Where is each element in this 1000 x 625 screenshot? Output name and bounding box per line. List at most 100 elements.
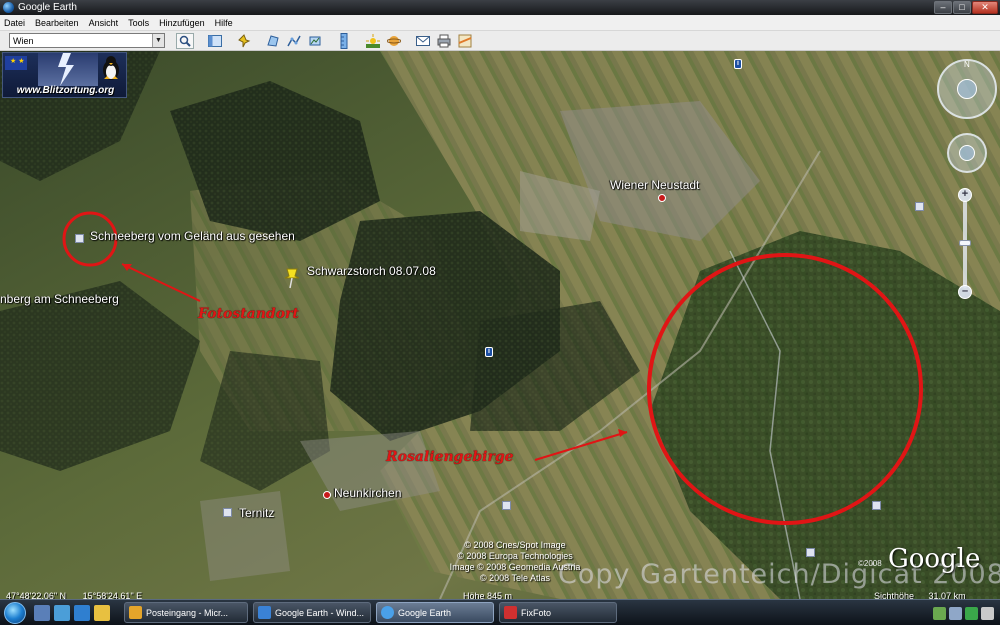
search-input[interactable] (10, 34, 152, 47)
zoom-thumb[interactable] (959, 240, 971, 246)
label-schneeberg-view[interactable]: Schneeberg vom Geländ aus gesehen (90, 229, 295, 243)
tray-app-icon[interactable] (981, 606, 994, 620)
taskbar-item-google-earth[interactable]: Google Earth (376, 602, 494, 623)
fixfoto-icon (504, 606, 517, 619)
placemark-icon (237, 33, 250, 47)
label-wiener-neustadt[interactable]: Wiener Neustadt (610, 178, 699, 192)
start-button[interactable] (0, 600, 30, 625)
taskbar-item-fixfoto[interactable]: FixFoto (499, 602, 617, 623)
logo-text: www.Blitzortung.org (16, 85, 115, 96)
blitzortung-logo[interactable]: ★ ★ www.Blitzortung.org (2, 52, 127, 98)
zoom-out-button[interactable]: – (958, 285, 972, 299)
window-title: Google Earth (18, 2, 77, 13)
sunlight-button[interactable] (364, 33, 381, 49)
photo-marker[interactable] (872, 501, 881, 510)
sidebar-icon (207, 34, 222, 47)
add-placemark-button[interactable] (235, 33, 252, 49)
add-image-overlay-button[interactable] (306, 33, 323, 49)
google-copyright-year: ©2008 (858, 559, 882, 568)
city-dot-wiener-neustadt[interactable] (658, 194, 666, 202)
annotation-fotostandort: Fotostandort (198, 306, 299, 322)
latitude-readout: 47°48'22.06" N (6, 591, 67, 599)
taskbar-item-label: Google Earth (398, 607, 452, 618)
ruler-button[interactable] (335, 32, 352, 49)
hand-icon (959, 145, 975, 161)
title-bar: Google Earth – □ ✕ (0, 0, 1000, 15)
zoom-slider[interactable]: + – (958, 188, 972, 300)
polygon-icon (266, 34, 279, 47)
menu-ansicht[interactable]: Ansicht (89, 18, 119, 28)
switch-windows-icon[interactable] (54, 604, 70, 621)
tux-penguin-icon (101, 55, 121, 81)
move-control[interactable] (947, 133, 987, 173)
city-dot-neunkirchen[interactable] (323, 491, 331, 499)
menu-bar: Datei Bearbeiten Ansicht Tools Hinzufüge… (0, 15, 1000, 31)
security-icon[interactable] (965, 606, 978, 620)
sunlight-icon (365, 33, 380, 48)
label-schwarzstorch[interactable]: Schwarzstorch 08.07.08 (307, 264, 436, 278)
photo-marker[interactable] (915, 202, 924, 211)
windows-taskbar: Posteingang - Micr... Google Earth - Win… (0, 599, 1000, 625)
sky-button[interactable] (385, 33, 402, 49)
magnifier-icon (179, 35, 191, 47)
earth-map-view[interactable]: ★ ★ www.Blitzortung.org Schneeberg vom G… (0, 51, 1000, 599)
menu-hinzufuegen[interactable]: Hinzufügen (159, 18, 205, 28)
north-indicator-icon[interactable]: N (963, 60, 973, 68)
label-ternitz[interactable]: Ternitz (239, 506, 274, 520)
print-button[interactable] (435, 33, 452, 49)
ternitz-marker[interactable] (223, 508, 232, 517)
menu-bearbeiten[interactable]: Bearbeiten (35, 18, 79, 28)
print-icon (437, 34, 450, 47)
sidebar-toggle-button[interactable] (206, 33, 223, 49)
search-button[interactable] (176, 32, 194, 49)
google-earth-icon (381, 606, 394, 619)
explorer-folder-icon[interactable] (94, 604, 110, 621)
info-marker-icon[interactable]: i (734, 59, 742, 69)
eye-icon (957, 79, 977, 99)
overlay-icon (309, 36, 320, 45)
search-dropdown-button[interactable]: ▼ (152, 34, 164, 47)
eye-altitude-readout: Sichthöhe 31.07 km (874, 591, 978, 599)
taskbar-item-google-earth-window[interactable]: Google Earth - Wind... (253, 602, 371, 623)
toolbar: ▼ (0, 31, 1000, 51)
email-button[interactable] (414, 33, 431, 49)
window-controls: – □ ✕ (934, 1, 998, 14)
sky-icon (386, 35, 401, 46)
google-maps-button[interactable] (456, 33, 473, 49)
longitude-readout: 15°58'24.61" E (82, 591, 143, 599)
photo-marker[interactable] (502, 501, 511, 510)
menu-datei[interactable]: Datei (4, 18, 25, 28)
look-around-control[interactable]: N (937, 59, 997, 119)
info-marker-icon[interactable]: i (485, 347, 493, 357)
label-schneeberg-mountain[interactable]: nberg am Schneeberg (0, 292, 119, 306)
show-desktop-icon[interactable] (34, 604, 50, 621)
close-button[interactable]: ✕ (972, 1, 998, 14)
pushpin-icon[interactable] (283, 267, 301, 289)
lightning-icon (38, 53, 98, 86)
add-polygon-button[interactable] (264, 33, 281, 49)
menu-hilfe[interactable]: Hilfe (215, 18, 233, 28)
satellite-imagery (0, 51, 1000, 599)
eye-altitude-value: 31.07 km (928, 591, 966, 599)
volume-icon[interactable] (949, 606, 962, 620)
google-earth-app-icon (3, 2, 14, 13)
email-icon (415, 35, 430, 46)
coordinate-readout: 47°48'22.06" N 15°58'24.61" E (6, 591, 156, 599)
minimize-button[interactable]: – (934, 1, 952, 14)
windows-logo-icon (4, 601, 26, 624)
photo-marker[interactable] (75, 234, 84, 243)
search-box: ▼ (9, 33, 165, 48)
maximize-button[interactable]: □ (953, 1, 971, 14)
network-icon[interactable] (933, 606, 946, 620)
label-neunkirchen[interactable]: Neunkirchen (334, 486, 401, 500)
zoom-in-button[interactable]: + (958, 188, 972, 202)
photo-marker[interactable] (806, 548, 815, 557)
copyright-line: © 2008 Cnes/Spot Image (464, 540, 566, 550)
internet-explorer-icon[interactable] (74, 604, 90, 621)
add-path-button[interactable] (285, 33, 302, 49)
menu-tools[interactable]: Tools (128, 18, 149, 28)
path-icon (286, 35, 301, 46)
taskbar-item-label: Posteingang - Micr... (146, 607, 229, 618)
system-tray (927, 600, 1000, 625)
taskbar-item-posteingang[interactable]: Posteingang - Micr... (124, 602, 248, 623)
